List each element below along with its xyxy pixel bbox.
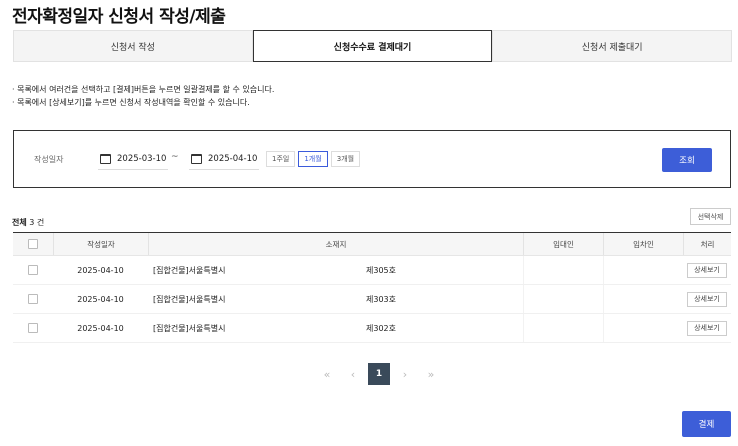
- row-checkbox-cell: [13, 256, 53, 284]
- table-header: 작성일자 소재지 임대인 임차인 처리: [13, 232, 731, 256]
- header-date: 작성일자: [53, 233, 148, 255]
- pay-button[interactable]: 결제: [682, 411, 731, 437]
- row-address-cell: [집합건물]서울특별시 제302호: [148, 314, 523, 342]
- current-page-button[interactable]: 1: [368, 363, 390, 385]
- row-unit: 제305호: [366, 265, 396, 275]
- date-to-field[interactable]: 2025-04-10: [189, 148, 259, 170]
- detail-view-button[interactable]: 상세보기: [687, 291, 727, 307]
- search-button[interactable]: 조회: [662, 148, 712, 172]
- tab-write[interactable]: 신청서 작성: [13, 30, 253, 62]
- row-owner: [523, 256, 603, 284]
- row-date: 2025-04-10: [77, 265, 124, 275]
- last-page-button[interactable]: »: [420, 363, 442, 385]
- row-checkbox[interactable]: [28, 294, 38, 304]
- notice-item: · 목록에서 여러건을 선택하고 [결제]버튼을 누르면 일괄결제를 할 수 있…: [12, 85, 275, 94]
- notice-list: · 목록에서 여러건을 선택하고 [결제]버튼을 누르면 일괄결제를 할 수 있…: [12, 83, 274, 109]
- next-page-button[interactable]: ›: [394, 363, 416, 385]
- search-panel: 작성일자 2025-03-10 ~ 2025-04-10 1주일 1개월 3개월…: [13, 130, 731, 188]
- total-number: 3: [29, 218, 35, 227]
- row-tenant: [603, 314, 683, 342]
- range-1-month-button[interactable]: 1개월: [298, 151, 328, 167]
- tab-bar: 신청서 작성 신청수수료 결제대기 신청서 제출대기: [13, 30, 733, 62]
- page-title: 전자확정일자 신청서 작성/제출: [12, 7, 226, 27]
- row-date: 2025-04-10: [77, 294, 124, 304]
- total-count: 전체 3 건: [12, 217, 44, 228]
- row-action-cell: 상세보기: [683, 256, 731, 284]
- total-prefix: 전체: [12, 218, 27, 227]
- delete-selected-button[interactable]: 선택삭제: [690, 208, 731, 225]
- row-address: [집합건물]서울특별시: [153, 294, 226, 304]
- tab-submit-pending[interactable]: 신청서 제출대기: [492, 30, 733, 62]
- range-3-months-button[interactable]: 3개월: [330, 151, 361, 167]
- select-all-checkbox[interactable]: [28, 239, 38, 249]
- date-from-value: 2025-03-10: [117, 153, 167, 164]
- application-table: 작성일자 소재지 임대인 임차인 처리 2025-04-10 [집합건물]서울특…: [13, 232, 731, 343]
- table-row: 2025-04-10 [집합건물]서울특별시 제302호 상세보기: [13, 314, 731, 343]
- row-address: [집합건물]서울특별시: [153, 265, 226, 275]
- row-tenant: [603, 256, 683, 284]
- range-buttons: 1주일 1개월 3개월: [266, 151, 361, 167]
- detail-view-button[interactable]: 상세보기: [687, 320, 727, 336]
- tab-fee-payment-pending[interactable]: 신청수수료 결제대기: [252, 30, 493, 62]
- table-row: 2025-04-10 [집합건물]서울특별시 제305호 상세보기: [13, 256, 731, 285]
- row-checkbox-cell: [13, 285, 53, 313]
- header-owner: 임대인: [523, 233, 603, 255]
- first-page-button[interactable]: «: [316, 363, 338, 385]
- row-action-cell: 상세보기: [683, 285, 731, 313]
- row-unit: 제303호: [366, 294, 396, 304]
- row-date: 2025-04-10: [77, 323, 124, 333]
- range-1-week-button[interactable]: 1주일: [266, 151, 296, 167]
- search-date-label: 작성일자: [34, 155, 64, 164]
- header-checkbox-cell: [13, 233, 53, 255]
- row-owner: [523, 285, 603, 313]
- row-action-cell: 상세보기: [683, 314, 731, 342]
- row-address-cell: [집합건물]서울특별시 제305호: [148, 256, 523, 284]
- detail-view-button[interactable]: 상세보기: [687, 262, 727, 278]
- row-address: [집합건물]서울특별시: [153, 323, 226, 333]
- total-suffix: 건: [36, 218, 45, 227]
- row-address-cell: [집합건물]서울특별시 제303호: [148, 285, 523, 313]
- row-owner: [523, 314, 603, 342]
- pagination: « ‹ 1 › »: [316, 363, 442, 385]
- row-checkbox[interactable]: [28, 265, 38, 275]
- header-action: 처리: [683, 233, 731, 255]
- calendar-icon: [100, 153, 111, 164]
- prev-page-button[interactable]: ‹: [342, 363, 364, 385]
- header-address: 소재지: [148, 233, 523, 255]
- date-from-field[interactable]: 2025-03-10: [98, 148, 168, 170]
- row-unit: 제302호: [366, 323, 396, 333]
- row-tenant: [603, 285, 683, 313]
- date-to-value: 2025-04-10: [208, 153, 258, 164]
- table-row: 2025-04-10 [집합건물]서울특별시 제303호 상세보기: [13, 285, 731, 314]
- date-separator: ~: [171, 152, 179, 162]
- notice-item: · 목록에서 [상세보기]를 누르면 신청서 작성내역을 확인할 수 있습니다.: [12, 98, 250, 107]
- row-checkbox[interactable]: [28, 323, 38, 333]
- row-checkbox-cell: [13, 314, 53, 342]
- calendar-icon: [191, 153, 202, 164]
- header-tenant: 임차인: [603, 233, 683, 255]
